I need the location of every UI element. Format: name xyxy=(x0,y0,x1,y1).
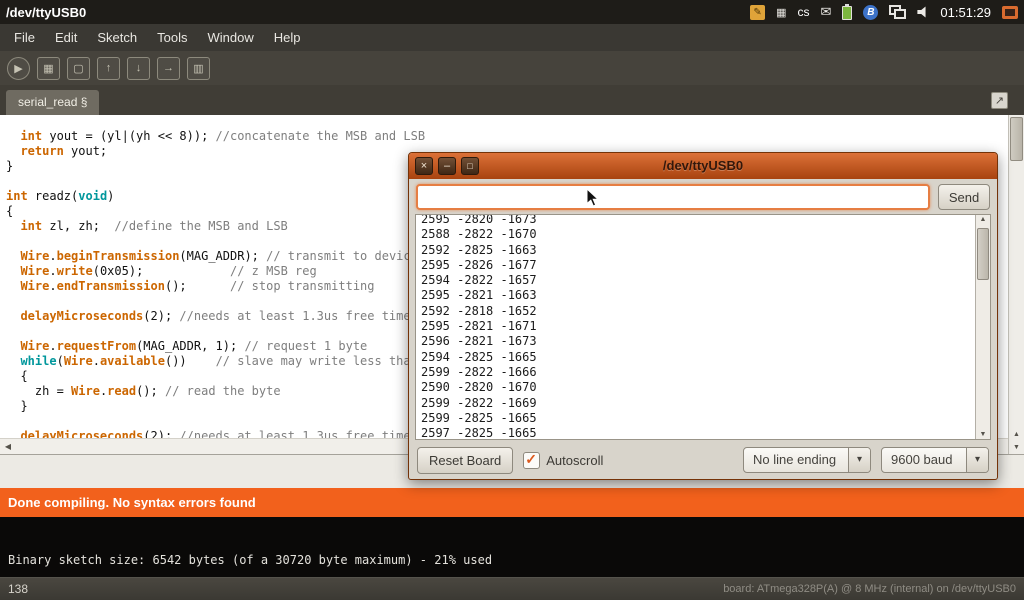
board-info: board: ATmega328P(A) @ 8 MHz (internal) … xyxy=(723,583,1016,595)
scroll-down-button[interactable]: ▼ xyxy=(1009,444,1024,451)
menu-item-window[interactable]: Window xyxy=(197,24,263,51)
menu-item-sketch[interactable]: Sketch xyxy=(87,24,147,51)
footer-status-bar: 138 board: ATmega328P(A) @ 8 MHz (intern… xyxy=(0,577,1024,600)
compile-status-bar: Done compiling. No syntax errors found xyxy=(0,488,1024,517)
notes-icon[interactable]: ✎ xyxy=(750,5,765,20)
serial-monitor-button[interactable]: ▥ xyxy=(187,57,210,80)
serial-line: 2595 -2826 -1677 xyxy=(421,258,985,273)
keyboard-icon[interactable]: ▦ xyxy=(776,6,786,19)
maximize-button[interactable]: □ xyxy=(461,157,479,175)
send-button[interactable]: Send xyxy=(938,184,990,210)
battery-body xyxy=(842,6,852,20)
menu-bar: FileEditSketchToolsWindowHelp xyxy=(0,24,1024,51)
serial-line: 2599 -2825 -1665 xyxy=(421,411,985,426)
chevron-down-icon[interactable]: ▾ xyxy=(848,448,870,472)
volume-icon[interactable] xyxy=(917,6,929,18)
code-line: int yout = (yl|(yh << 8)); //concatenate… xyxy=(6,129,1008,144)
serial-monitor-window: × – □ /dev/ttyUSB0 Send 2595 -2820 -1673… xyxy=(408,152,998,480)
scroll-up-button[interactable]: ▲ xyxy=(1009,431,1024,438)
vertical-scrollbar[interactable]: ▲ ▼ xyxy=(1008,115,1024,454)
serial-line: 2595 -2821 -1671 xyxy=(421,319,985,334)
serial-line: 2595 -2821 -1663 xyxy=(421,288,985,303)
mouse-cursor xyxy=(586,188,600,208)
console-output: Binary sketch size: 6542 bytes (of a 307… xyxy=(0,517,1024,577)
tab-menu-button[interactable]: ↗ xyxy=(991,92,1008,109)
serial-lines: 2595 -2820 -16732588 -2822 -16702592 -28… xyxy=(416,214,990,440)
open-sketch-button[interactable]: ↑ xyxy=(97,57,120,80)
scroll-left-button[interactable]: ◀ xyxy=(0,442,16,451)
session-icon[interactable] xyxy=(1002,6,1018,19)
line-ending-dropdown[interactable]: No line ending ▾ xyxy=(743,447,871,473)
baud-rate-dropdown[interactable]: 9600 baud ▾ xyxy=(881,447,989,473)
autoscroll-label: Autoscroll xyxy=(546,453,603,468)
serial-line: 2595 -2820 -1673 xyxy=(421,214,985,227)
serial-scrollbar-thumb[interactable] xyxy=(977,228,989,280)
serial-monitor-titlebar[interactable]: × – □ /dev/ttyUSB0 xyxy=(409,153,997,179)
bluetooth-icon[interactable]: B xyxy=(863,5,878,20)
reset-board-button[interactable]: Reset Board xyxy=(417,447,513,474)
baud-rate-value: 9600 baud xyxy=(882,448,966,472)
tab-serial-read[interactable]: serial_read § xyxy=(6,90,99,115)
menu-item-file[interactable]: File xyxy=(4,24,45,51)
chevron-down-icon[interactable]: ▾ xyxy=(966,448,988,472)
menu-item-help[interactable]: Help xyxy=(264,24,311,51)
save-sketch-button[interactable]: ↓ xyxy=(127,57,150,80)
serial-line: 2594 -2825 -1665 xyxy=(421,350,985,365)
upload-button[interactable]: → xyxy=(157,57,180,80)
close-button[interactable]: × xyxy=(415,157,433,175)
stop-button[interactable]: ▦ xyxy=(37,57,60,80)
line-ending-value: No line ending xyxy=(744,448,848,472)
serial-scroll-down-button[interactable]: ▼ xyxy=(976,431,990,438)
toolbar: ▶ ▦ ▢ ↑ ↓ → ▥ xyxy=(0,51,1024,85)
serial-output[interactable]: 2595 -2820 -16732588 -2822 -16702592 -28… xyxy=(415,214,991,440)
console-text: Binary sketch size: 6542 bytes (of a 307… xyxy=(8,553,1024,567)
menu-item-tools[interactable]: Tools xyxy=(147,24,197,51)
serial-line: 2592 -2818 -1652 xyxy=(421,304,985,319)
serial-monitor-controls: Reset Board ✓ Autoscroll No line ending … xyxy=(409,441,997,479)
serial-line: 2588 -2822 -1670 xyxy=(421,227,985,242)
system-bar: /dev/ttyUSB0 ✎ ▦ cs ✉ B 01:51:29 xyxy=(0,0,1024,24)
mail-icon[interactable]: ✉ xyxy=(820,4,831,20)
serial-line: 2599 -2822 -1669 xyxy=(421,396,985,411)
system-tray: ✎ ▦ cs ✉ B 01:51:29 xyxy=(750,4,1018,20)
active-window-title: /dev/ttyUSB0 xyxy=(6,5,86,20)
minimize-button[interactable]: – xyxy=(438,157,456,175)
serial-line: 2590 -2820 -1670 xyxy=(421,380,985,395)
serial-scrollbar[interactable]: ▲ ▼ xyxy=(975,215,990,439)
serial-line: 2597 -2825 -1665 xyxy=(421,426,985,440)
status-message: Done compiling. No syntax errors found xyxy=(8,495,256,510)
serial-line: 2599 -2822 -1666 xyxy=(421,365,985,380)
new-sketch-button[interactable]: ▢ xyxy=(67,57,90,80)
session-screen xyxy=(1005,9,1015,16)
line-number-indicator: 138 xyxy=(8,582,28,596)
network-icon[interactable] xyxy=(889,5,906,19)
battery-icon[interactable] xyxy=(842,4,852,20)
tab-bar: serial_read § ↗ xyxy=(0,85,1024,115)
verify-button[interactable]: ▶ xyxy=(7,57,30,80)
desktop: /dev/ttyUSB0 ✎ ▦ cs ✉ B 01:51:29 FileEdi… xyxy=(0,0,1024,600)
editor-scrollbar-thumb[interactable] xyxy=(1010,117,1023,161)
keyboard-layout-indicator[interactable]: cs xyxy=(797,5,809,19)
serial-monitor-title: /dev/ttyUSB0 xyxy=(663,158,743,173)
menu-item-edit[interactable]: Edit xyxy=(45,24,87,51)
serial-input[interactable] xyxy=(416,184,930,210)
autoscroll-checkbox[interactable]: ✓ xyxy=(523,452,540,469)
serial-line: 2594 -2822 -1657 xyxy=(421,273,985,288)
serial-line: 2596 -2821 -1673 xyxy=(421,334,985,349)
serial-scroll-up-button[interactable]: ▲ xyxy=(976,216,990,223)
checkmark-icon: ✓ xyxy=(525,451,537,468)
network-monitor-b xyxy=(894,9,906,19)
clock[interactable]: 01:51:29 xyxy=(940,5,991,20)
serial-input-row: Send xyxy=(409,179,997,215)
serial-line: 2592 -2825 -1663 xyxy=(421,243,985,258)
